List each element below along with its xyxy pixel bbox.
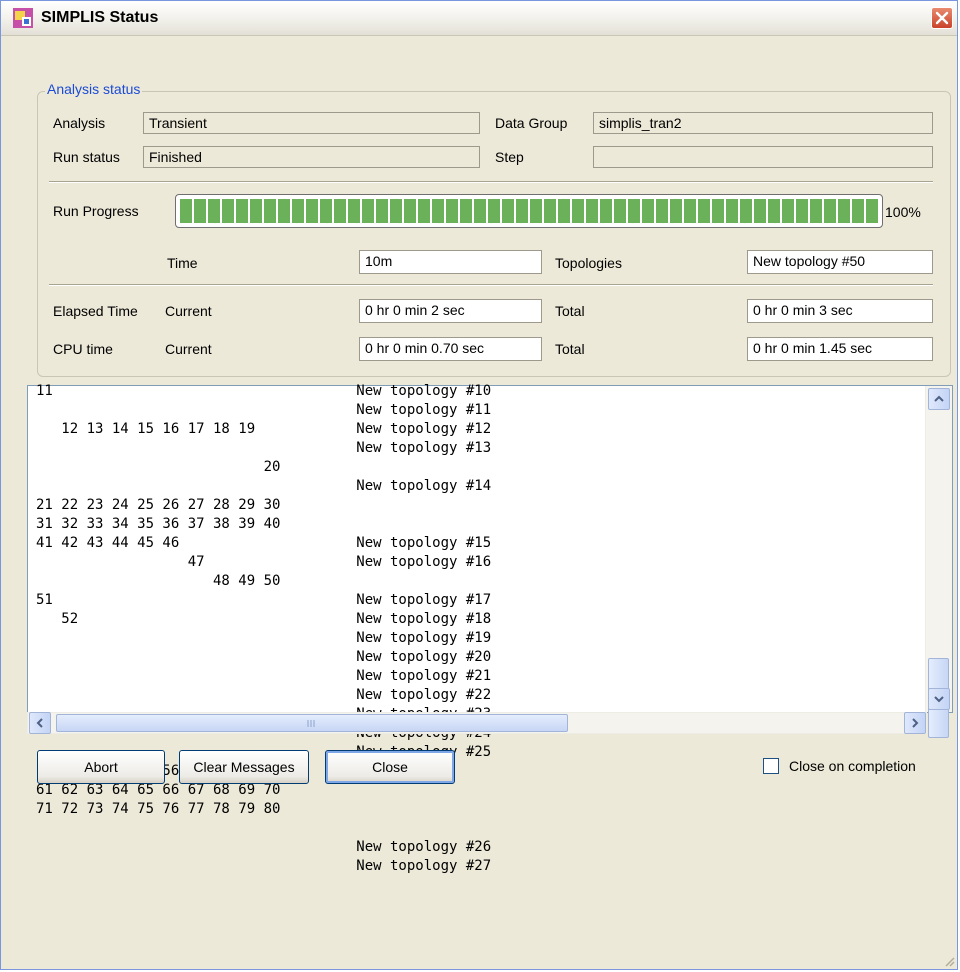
window-close-button[interactable] <box>931 7 953 29</box>
cpu-total-value: 0 hr 0 min 1.45 sec <box>747 337 933 361</box>
clear-messages-button[interactable]: Clear Messages <box>179 750 309 784</box>
horizontal-scroll-thumb[interactable] <box>56 714 568 732</box>
analysis-status-legend: Analysis status <box>45 81 143 97</box>
step-value <box>593 146 933 168</box>
cpu-time-label: CPU time <box>53 341 113 357</box>
elapsed-total-value: 0 hr 0 min 3 sec <box>747 299 933 323</box>
message-log-text: 11 New topology #10 New topology #11 12 … <box>36 383 492 874</box>
scroll-left-button[interactable] <box>29 712 51 734</box>
elapsed-current-value: 0 hr 0 min 2 sec <box>359 299 542 323</box>
simplis-status-window: SIMPLIS Status Analysis status Analysis … <box>0 0 958 970</box>
scroll-down-button[interactable] <box>928 688 950 710</box>
run-progress-bar <box>175 194 883 228</box>
data-group-label: Data Group <box>495 115 568 131</box>
elapsed-current-label: Current <box>165 303 212 319</box>
analysis-value: Transient <box>143 112 480 134</box>
separator <box>49 181 933 183</box>
step-label: Step <box>495 149 524 165</box>
window-title: SIMPLIS Status <box>41 9 159 26</box>
elapsed-time-label: Elapsed Time <box>53 303 138 319</box>
time-label: Time <box>167 255 198 271</box>
chevron-left-icon <box>36 718 43 728</box>
topologies-value: New topology #50 <box>747 250 933 274</box>
cpu-total-label: Total <box>555 341 585 357</box>
close-on-completion-label[interactable]: Close on completion <box>789 758 916 774</box>
message-log[interactable]: 11 New topology #10 New topology #11 12 … <box>27 383 953 874</box>
abort-button[interactable]: Abort <box>37 750 165 784</box>
cpu-current-value: 0 hr 0 min 0.70 sec <box>359 337 542 361</box>
close-icon <box>935 11 949 25</box>
run-status-value: Finished <box>143 146 480 168</box>
close-button[interactable]: Close <box>325 750 455 784</box>
grip-lines-icon <box>307 720 315 727</box>
title-bar[interactable]: SIMPLIS Status <box>1 1 957 36</box>
data-group-value: simplis_tran2 <box>593 112 933 134</box>
scroll-right-button[interactable] <box>904 712 926 734</box>
time-value: 10m <box>359 250 542 274</box>
run-status-label: Run status <box>53 149 120 165</box>
separator <box>49 284 933 286</box>
cpu-current-label: Current <box>165 341 212 357</box>
run-progress-label: Run Progress <box>53 203 139 219</box>
resize-grip-icon[interactable] <box>943 955 955 967</box>
close-on-completion-checkbox[interactable] <box>763 758 779 774</box>
scroll-up-button[interactable] <box>928 388 950 410</box>
chevron-down-icon <box>934 696 944 703</box>
topologies-label: Topologies <box>555 255 622 271</box>
run-progress-fill <box>180 199 878 223</box>
elapsed-total-label: Total <box>555 303 585 319</box>
run-progress-percent: 100% <box>885 204 921 220</box>
simplis-app-icon <box>13 8 33 28</box>
chevron-right-icon <box>912 718 919 728</box>
analysis-label: Analysis <box>53 115 106 131</box>
horizontal-scrollbar[interactable] <box>27 712 927 734</box>
vertical-scrollbar[interactable] <box>925 386 952 738</box>
chevron-up-icon <box>934 395 944 402</box>
